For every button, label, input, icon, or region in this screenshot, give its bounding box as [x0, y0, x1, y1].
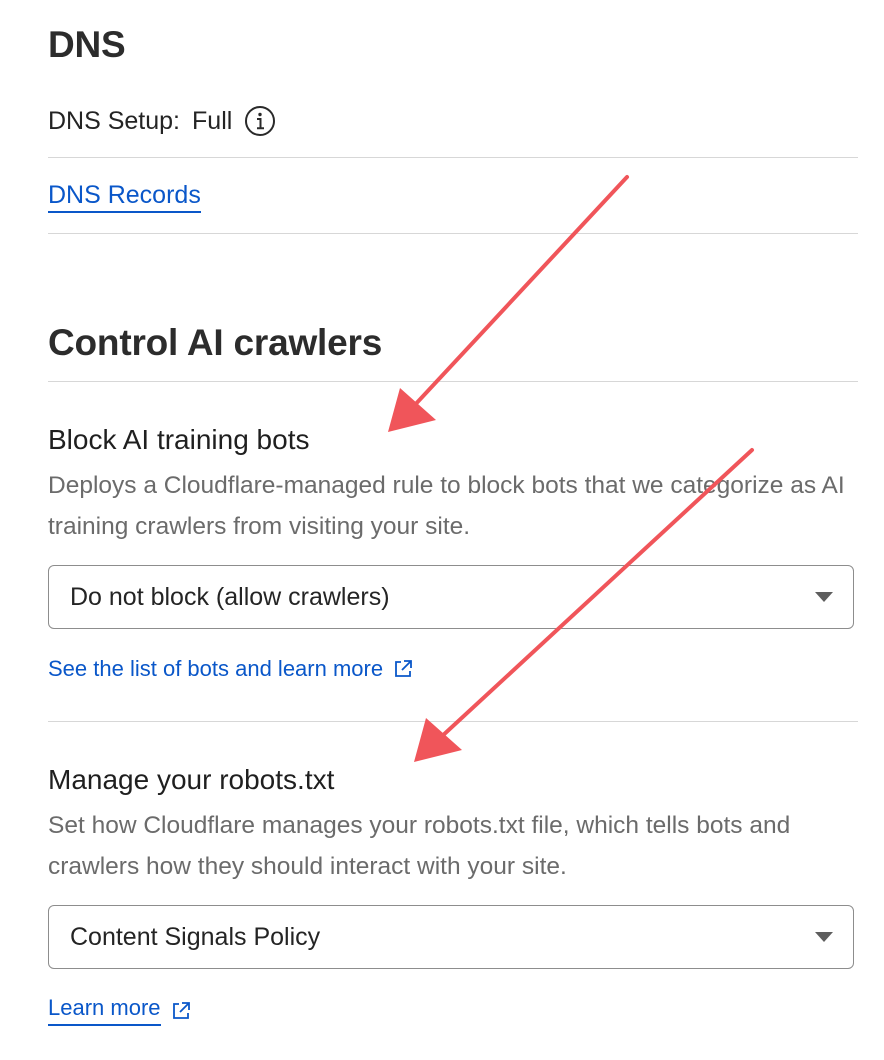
block-ai-select[interactable]: Do not block (allow crawlers) [48, 565, 854, 629]
robots-description: Set how Cloudflare manages your robots.t… [48, 812, 791, 880]
robots-heading: Manage your robots.txt [48, 764, 335, 795]
dns-setup-row: DNS Setup: Full [48, 105, 276, 137]
bots-list-link-label: See the list of bots and learn more [48, 656, 384, 681]
dns-setup-value: Full [192, 106, 233, 135]
dns-records-link[interactable]: DNS Records [48, 183, 201, 213]
robots-select-value: Content Signals Policy [70, 922, 321, 951]
block-ai-select-value: Do not block (allow crawlers) [70, 582, 390, 611]
external-link-icon [170, 1000, 192, 1022]
info-icon[interactable] [244, 105, 276, 137]
block-ai-description: Deploys a Cloudflare-managed rule to blo… [48, 472, 845, 540]
external-link-icon [392, 658, 414, 680]
block-ai-heading: Block AI training bots [48, 424, 310, 455]
divider [48, 721, 858, 722]
learn-more-link-label: Learn more [48, 995, 161, 1026]
learn-more-link[interactable]: Learn more [48, 995, 192, 1026]
annotation-arrow [388, 175, 629, 432]
robots-select[interactable]: Content Signals Policy [48, 905, 854, 969]
chevron-down-icon [815, 932, 833, 942]
dns-title: DNS [48, 24, 126, 65]
divider [48, 157, 858, 158]
chevron-down-icon [815, 592, 833, 602]
divider [48, 381, 858, 382]
bots-list-link[interactable]: See the list of bots and learn more [48, 656, 414, 682]
dns-setup-label: DNS Setup: [48, 106, 181, 135]
divider [48, 233, 858, 234]
ai-crawlers-title: Control AI crawlers [48, 322, 383, 363]
